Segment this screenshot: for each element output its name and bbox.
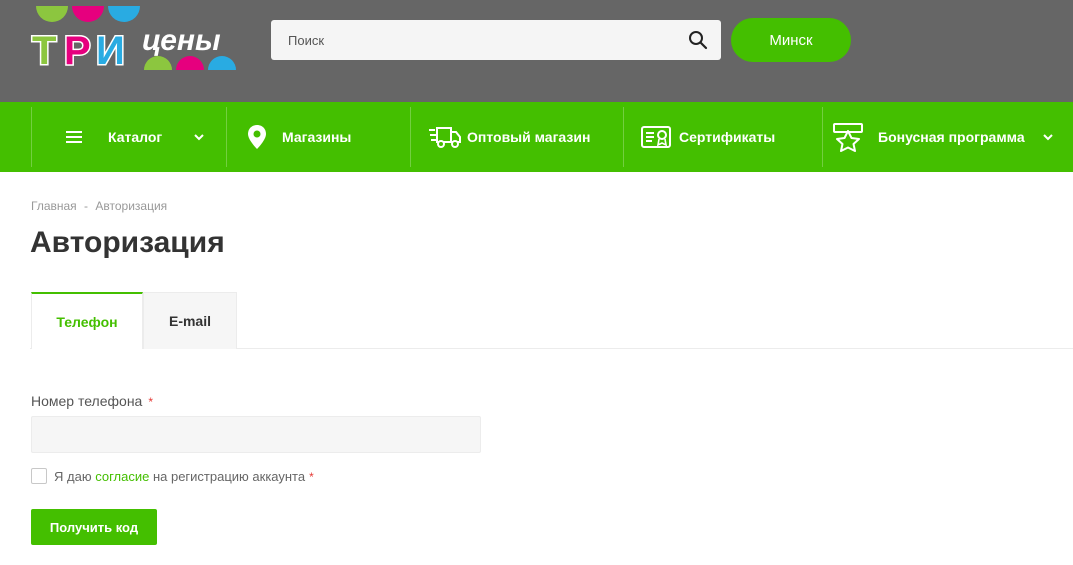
nav-divider — [623, 107, 624, 167]
phone-label-text: Номер телефона — [31, 393, 143, 409]
svg-text:И: И — [96, 29, 125, 72]
nav-item-bonus-program[interactable]: Бонусная программа — [833, 102, 1063, 172]
svg-text:Т: Т — [32, 29, 56, 72]
nav-divider — [822, 107, 823, 167]
consent-checkbox[interactable] — [31, 468, 47, 484]
nav-divider — [226, 107, 227, 167]
star-badge-icon — [833, 123, 863, 152]
site-logo[interactable]: Т Р И цены — [30, 6, 242, 72]
search-input[interactable] — [271, 20, 671, 60]
svg-text:Р: Р — [64, 29, 91, 72]
search-box — [271, 20, 721, 60]
main-nav: Каталог Магазины Оптовый магазин Сертифи… — [0, 102, 1073, 172]
get-code-button[interactable]: Получить код — [31, 509, 157, 545]
consent-text: Я даю согласие на регистрацию аккаунта * — [54, 469, 314, 484]
breadcrumb-home-link[interactable]: Главная — [31, 199, 77, 213]
consent-text-before: Я даю — [54, 469, 96, 484]
nav-item-label: Бонусная программа — [878, 129, 1025, 145]
nav-item-catalog[interactable]: Каталог — [66, 102, 226, 172]
page-title: Авторизация — [30, 226, 225, 259]
nav-item-stores[interactable]: Магазины — [247, 102, 407, 172]
menu-icon — [66, 131, 82, 143]
breadcrumb-separator: - — [84, 199, 89, 213]
breadcrumb-current: Авторизация — [95, 199, 168, 213]
nav-item-wholesale[interactable]: Оптовый магазин — [429, 102, 619, 172]
search-icon[interactable] — [688, 30, 708, 50]
chevron-down-icon — [1043, 134, 1053, 141]
tab-email[interactable]: E-mail — [143, 292, 237, 349]
consent-link[interactable]: согласие — [95, 469, 149, 484]
nav-item-label: Каталог — [108, 129, 163, 145]
required-mark: * — [148, 395, 154, 409]
nav-item-label: Оптовый магазин — [467, 129, 591, 145]
phone-input[interactable] — [31, 416, 481, 453]
city-select-button[interactable]: Минск — [731, 18, 851, 62]
breadcrumb: Главная - Авторизация — [31, 199, 167, 213]
chevron-down-icon — [194, 134, 204, 141]
consent-text-after: на регистрацию аккаунта — [149, 469, 306, 484]
location-pin-icon — [248, 125, 266, 149]
nav-item-label: Сертификаты — [679, 129, 776, 145]
tab-phone[interactable]: Телефон — [31, 292, 143, 349]
certificate-icon — [641, 126, 671, 148]
delivery-truck-icon — [429, 127, 461, 148]
required-mark: * — [309, 470, 314, 484]
phone-field-label: Номер телефона * — [31, 393, 153, 409]
logo-subtitle: цены — [142, 24, 221, 57]
nav-divider — [410, 107, 411, 167]
nav-divider — [31, 107, 32, 167]
top-header: Т Р И цены Минск — [0, 0, 1073, 102]
nav-item-certificates[interactable]: Сертификаты — [641, 102, 816, 172]
nav-item-label: Магазины — [282, 129, 352, 145]
